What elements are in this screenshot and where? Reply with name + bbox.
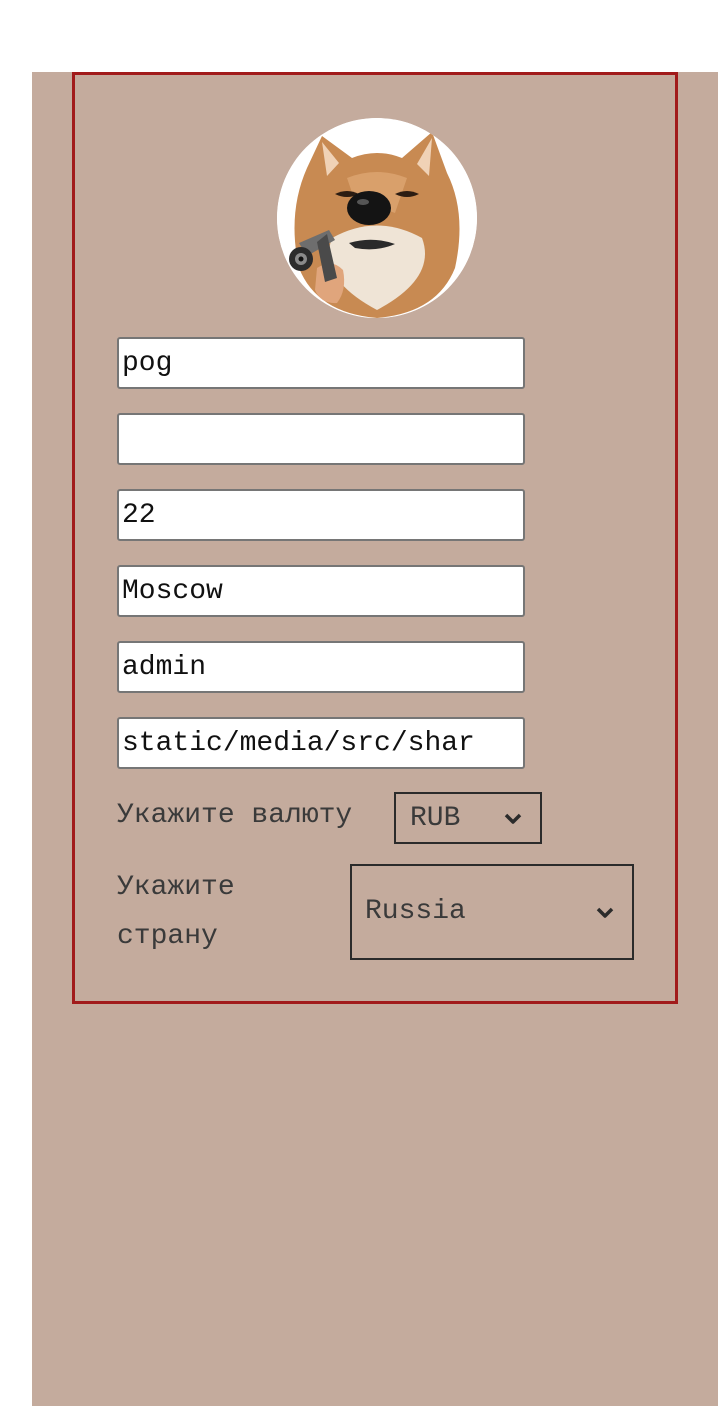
avatar	[277, 118, 477, 318]
currency-select-value: RUB	[410, 803, 461, 834]
country-label-line1: Укажите	[117, 872, 235, 903]
city-field[interactable]	[117, 565, 525, 617]
profile-card: Укажите валюту RUB Укажите страну Russia	[72, 72, 678, 1004]
avatar-image	[277, 118, 477, 318]
first-name-field[interactable]	[117, 337, 525, 389]
country-select-value: Russia	[365, 896, 466, 927]
chevron-down-icon	[596, 907, 614, 918]
chevron-down-icon	[504, 813, 522, 824]
role-field[interactable]	[117, 641, 525, 693]
age-field[interactable]	[117, 489, 525, 541]
currency-label: Укажите валюту	[117, 800, 353, 831]
last-name-field[interactable]	[117, 413, 525, 465]
avatar-path-field[interactable]	[117, 717, 525, 769]
currency-select[interactable]: RUB	[394, 792, 542, 844]
country-select[interactable]: Russia	[350, 864, 634, 960]
country-label-line2: страну	[117, 921, 218, 952]
